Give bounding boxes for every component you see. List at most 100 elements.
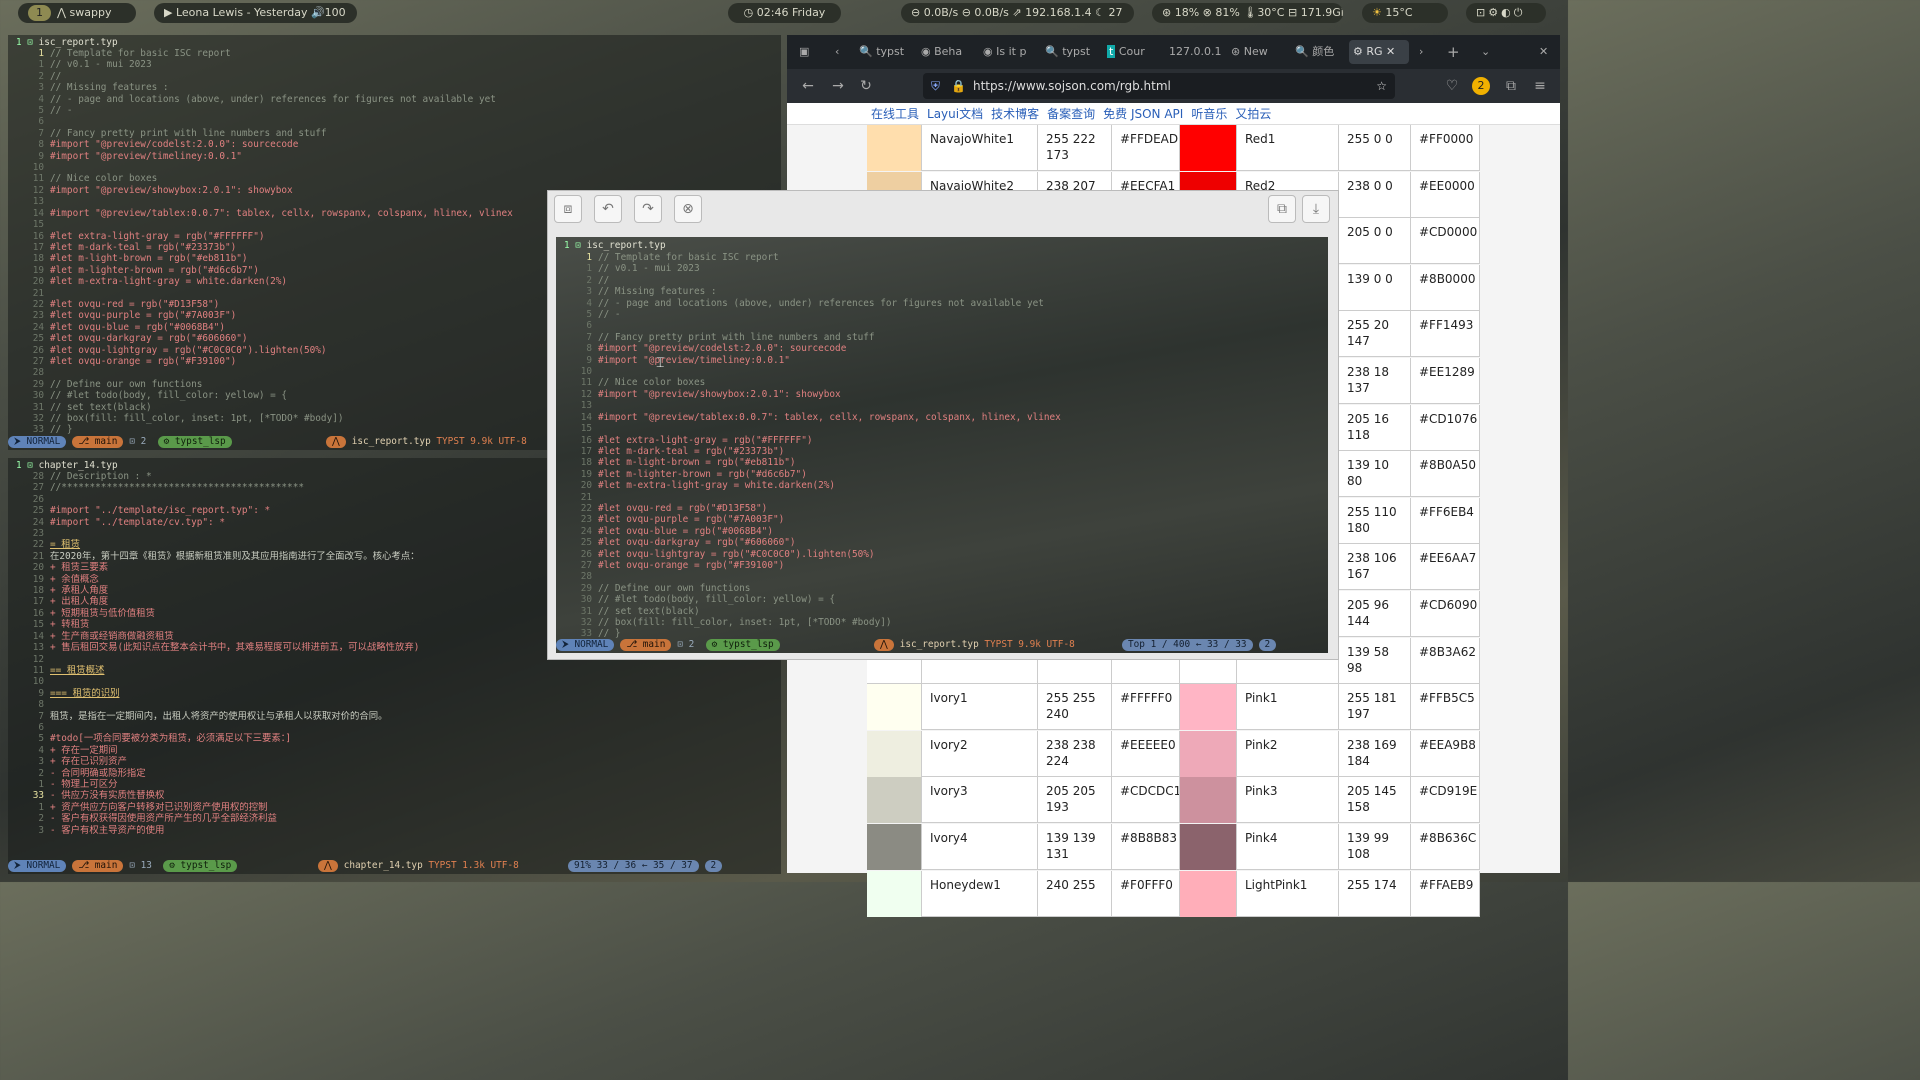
bookmark-star-icon[interactable]: ☆	[1376, 73, 1387, 99]
line-text[interactable]: // Define our own functions	[598, 583, 1328, 594]
code-line[interactable]: 13	[556, 400, 1328, 411]
code-line[interactable]: 26 #let ovqu-lightgray = rgb("#C0C0C0").l…	[556, 549, 1328, 560]
line-text[interactable]: // set text(black)	[598, 606, 1328, 617]
code-line[interactable]: 30 // #let todo(body, fill_color: yellow)…	[556, 594, 1328, 605]
code-line[interactable]: 10	[8, 676, 781, 687]
site-nav-link[interactable]: 又拍云	[1235, 107, 1271, 121]
code-line[interactable]: 6	[556, 320, 1328, 331]
line-text[interactable]	[598, 400, 1328, 411]
line-text[interactable]: #let m-light-brown = rgb("#eb811b")	[598, 457, 1328, 468]
browser-tab-active[interactable]: ⚙ RG ✕	[1349, 40, 1409, 64]
line-text[interactable]: // Template for basic ISC report	[50, 48, 781, 59]
workspace-indicator[interactable]: 1 ⋀ swappy	[18, 3, 136, 23]
code-line[interactable]: 8 #import "@preview/codelst:2.0.0": sourc…	[8, 139, 781, 150]
browser-tab-4[interactable]: 🔍 typst	[1041, 40, 1091, 64]
line-text[interactable]: - 合同明确或隐形指定	[50, 768, 781, 779]
code-line[interactable]: 10	[8, 162, 781, 173]
code-line[interactable]: 11 // Nice color boxes	[556, 377, 1328, 388]
line-text[interactable]: //	[50, 71, 781, 82]
line-text[interactable]: #let m-dark-teal = rgb("#23373b")	[598, 446, 1328, 457]
menu-icon[interactable]: ≡	[1531, 77, 1549, 95]
line-text[interactable]: #todo[一项合同要被分类为租赁，必须满足以下三要素：]	[50, 733, 781, 744]
screenshot-canvas[interactable]: 1 ⊡ isc_report.typ 1 // Template for basi…	[556, 237, 1328, 653]
code-line[interactable]: 9 #import "@preview/timeliney:0.0.1"	[556, 355, 1328, 366]
line-text[interactable]: - 供应方没有实质性替换权	[50, 790, 781, 801]
tab-overview-icon[interactable]: ▣	[795, 40, 815, 64]
line-text[interactable]	[598, 320, 1328, 331]
line-text[interactable]: // v0.1 - mui 2023	[50, 59, 781, 70]
line-text[interactable]: #import "@preview/codelst:2.0.0": source…	[50, 139, 781, 150]
code-line[interactable]: 5 // -	[556, 309, 1328, 320]
site-nav-link[interactable]: 技术博客	[991, 107, 1039, 121]
line-text[interactable]	[598, 366, 1328, 377]
media-widget[interactable]: ▶ Leona Lewis - Yesterday 🔊100	[154, 3, 357, 23]
code-line[interactable]: 2 //	[8, 71, 781, 82]
code-line[interactable]: 22 #let ovqu-red = rgb("#D13F58")	[556, 503, 1328, 514]
tab-scroll-left-icon[interactable]: ‹	[831, 40, 845, 64]
code-line[interactable]: 27 #let ovqu-orange = rgb("#F39100")	[556, 560, 1328, 571]
site-nav-link[interactable]: Layui文档	[927, 107, 983, 121]
play-icon[interactable]: ▶	[164, 6, 176, 19]
line-text[interactable]: // - page and locations (above, under) r…	[50, 94, 781, 105]
line-text[interactable]: #import "@preview/showybox:2.0.1": showy…	[598, 389, 1328, 400]
close-window-icon[interactable]: ✕	[1535, 40, 1551, 64]
line-text[interactable]: // v0.1 - mui 2023	[598, 263, 1328, 274]
line-text[interactable]: + 存在已识别资产	[50, 756, 781, 767]
site-nav-link[interactable]: 在线工具	[871, 107, 919, 121]
line-text[interactable]	[598, 423, 1328, 434]
lock-icon[interactable]: ⊡	[1476, 6, 1488, 19]
line-text[interactable]: + 存在一定期间	[50, 745, 781, 756]
code-line[interactable]: 8	[8, 699, 781, 710]
code-line[interactable]: 4 // - page and locations (above, under) …	[8, 94, 781, 105]
back-icon[interactable]: ←	[799, 77, 817, 95]
code-line[interactable]: 12 #import "@preview/showybox:2.0.1": sho…	[556, 389, 1328, 400]
power-icon[interactable]: ⏻	[1514, 6, 1526, 19]
line-text[interactable]: // Fancy pretty print with line numbers …	[598, 332, 1328, 343]
code-line[interactable]: 15	[556, 423, 1328, 434]
line-text[interactable]	[50, 116, 781, 127]
lock-icon[interactable]: 🔒	[951, 73, 966, 99]
line-text[interactable]: #let ovqu-purple = rgb("#7A003F")	[598, 514, 1328, 525]
browser-tab-bar[interactable]: ▣ ‹ 🔍 typst ◉ Beha ◉ Is it p 🔍 typst t C…	[787, 35, 1560, 69]
url-bar[interactable]: ⛨ 🔒 https://www.sojson.com/rgb.html ☆	[923, 73, 1395, 99]
url-text[interactable]: https://www.sojson.com/rgb.html	[973, 79, 1171, 93]
code-line[interactable]: 3 - 客户有权主导资产的使用	[8, 825, 781, 836]
line-text[interactable]	[50, 676, 781, 687]
code-line[interactable]: 3 // Missing features :	[8, 82, 781, 93]
code-line[interactable]: 17 #let m-dark-teal = rgb("#23373b")	[556, 446, 1328, 457]
code-line[interactable]: 7 租赁，是指在一定期间内，出租人将资产的使用权让与承租人以获取对价的合同。	[8, 711, 781, 722]
line-text[interactable]: // Fancy pretty print with line numbers …	[50, 128, 781, 139]
code-line[interactable]: 32 // box(fill: fill_color, inset: 1pt, […	[556, 617, 1328, 628]
code-line[interactable]: 6	[8, 116, 781, 127]
tab-scroll-right-icon[interactable]: ›	[1415, 40, 1429, 64]
code-line[interactable]: 9 === 租赁的识别	[8, 688, 781, 699]
code-line[interactable]: 7 // Fancy pretty print with line numbers…	[556, 332, 1328, 343]
line-text[interactable]: // Template for basic ISC report	[598, 252, 1328, 263]
pocket-icon[interactable]: ♡	[1443, 77, 1461, 95]
browser-tab-5[interactable]: t Cour	[1103, 40, 1157, 64]
code-line[interactable]: 5 // -	[8, 105, 781, 116]
site-nav-link[interactable]: 备案查询	[1047, 107, 1095, 121]
code-line[interactable]: 8 #import "@preview/codelst:2.0.0": sourc…	[556, 343, 1328, 354]
line-text[interactable]: #let m-lighter-brown = rgb("#d6c6b7")	[598, 469, 1328, 480]
browser-tab-6[interactable]: 127.0.0.1	[1165, 40, 1221, 64]
line-text[interactable]: // Nice color boxes	[598, 377, 1328, 388]
browser-tab-1[interactable]: 🔍 typst	[855, 40, 905, 64]
line-text[interactable]: 租赁，是指在一定期间内，出租人将资产的使用权让与承租人以获取对价的合同。	[50, 711, 781, 722]
line-text[interactable]: - 物理上可区分	[50, 779, 781, 790]
reload-icon[interactable]: ↻	[857, 77, 875, 95]
code-line[interactable]: 29 // Define our own functions	[556, 583, 1328, 594]
line-text[interactable]: #let ovqu-darkgray = rgb("#606060")	[598, 537, 1328, 548]
line-text[interactable]	[598, 571, 1328, 582]
copy-icon[interactable]: ⧉	[1268, 195, 1296, 223]
tray-widget[interactable]: ⊡⚙◐⏻	[1466, 3, 1546, 23]
code-line[interactable]: 2 - 合同明确或隐形指定	[8, 768, 781, 779]
line-text[interactable]: //	[598, 275, 1328, 286]
code-line[interactable]: 19 #let m-lighter-brown = rgb("#d6c6b7")	[556, 469, 1328, 480]
code-line[interactable]: 1 // v0.1 - mui 2023	[556, 263, 1328, 274]
line-text[interactable]: #let ovqu-lightgray = rgb("#C0C0C0").lig…	[598, 549, 1328, 560]
line-text[interactable]: #let extra-light-gray = rgb("#FFFFFF")	[598, 435, 1328, 446]
code-line[interactable]: 3 + 存在已识别资产	[8, 756, 781, 767]
line-text[interactable]	[50, 699, 781, 710]
code-line[interactable]: 2 - 客户有权获得因使用资产所产生的几乎全部经济利益	[8, 813, 781, 824]
